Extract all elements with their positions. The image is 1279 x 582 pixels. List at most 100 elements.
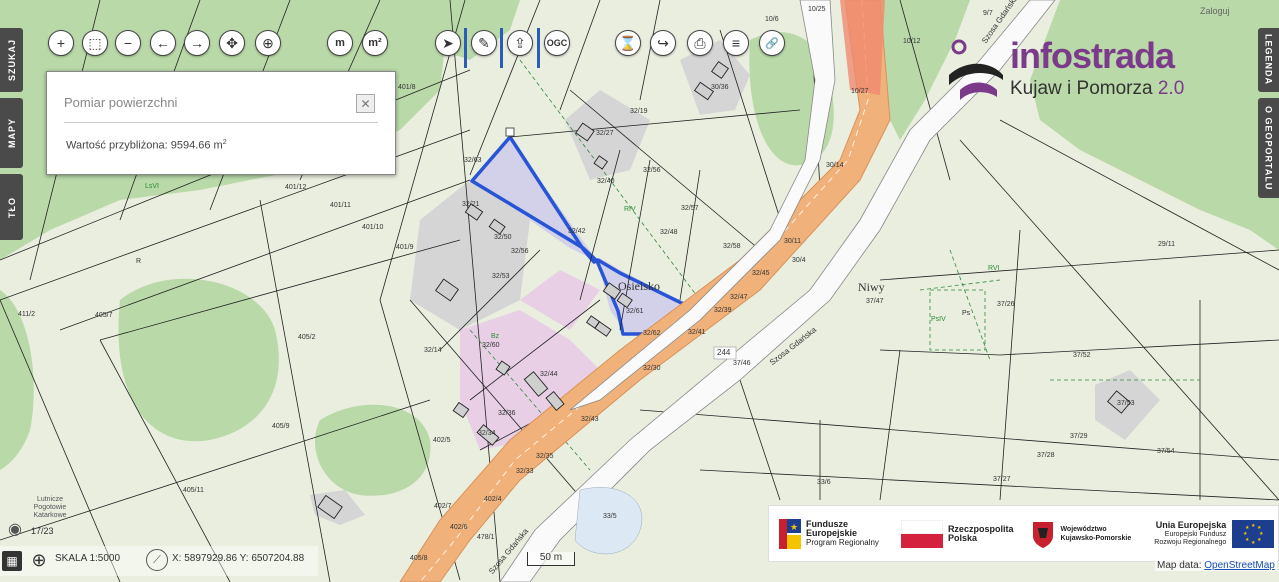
zoom-box-button[interactable]: ⬚ [82,30,108,56]
logo-subtitle-text: Kujaw i Pomorza [1010,78,1153,99]
eu-flag-icon: ★ ★★★ ★★★★ [1232,519,1275,548]
ue-sub2: Rozwoju Regionalnego [1154,538,1227,546]
parcel-label: 402/4 [484,496,502,503]
parcel-label: 401/10 [362,224,384,231]
zoom-in-button[interactable]: + [48,30,74,56]
pan-button[interactable]: ✥ [219,30,245,56]
parcel-label: R [136,258,142,265]
fe-title2: Europejskie [806,528,858,538]
parcel-label: 10/27 [851,88,869,95]
parcel-label: PsIV [931,316,946,323]
parcel-label: 10/25 [808,6,826,13]
hourglass-button[interactable]: ⌛ [615,30,641,56]
tab-o-geoportalu[interactable]: O GEOPORTALU [1258,98,1279,198]
parcel-label: 32/36 [498,410,516,417]
parcel-label: 30/36 [711,84,729,91]
parcel-label: 401/8 [398,84,416,91]
parcel-label: 37/53 [1117,400,1135,407]
parcel-label: 32/44 [540,371,558,378]
link-icon: 🔗 [765,37,779,50]
area-value: Wartość przybliżona: 9594.66 m2 [66,139,227,152]
measure-area-button[interactable]: m² [362,30,388,56]
toolbar-separator [500,28,503,68]
draw-button[interactable]: ✎ [471,30,497,56]
parcel-label: 401/12 [285,184,307,191]
share-button[interactable]: ↪ [650,30,676,56]
tab-szukaj[interactable]: SZUKAJ [0,28,23,92]
parcel-label: 32/42 [568,228,586,235]
compass-icon[interactable]: ⟋ [146,549,168,571]
poi-number: 17/23 [31,526,54,536]
parcel-label: 405/9 [272,423,290,430]
parcel-label: 32/27 [596,130,614,137]
parcel-label: 33/5 [603,513,617,520]
parcel-label: 37/54 [1157,448,1175,455]
ogc-label: OGC [546,38,568,48]
parcel-label: 30/11 [784,238,801,245]
toolbar-separator [464,28,467,68]
parcel-label: LsVI [145,183,160,190]
parcel-label: 37/46 [733,360,751,367]
zoom-out-button[interactable]: − [115,30,141,56]
layers-icon: ≡ [731,35,741,51]
minus-icon: − [123,35,133,51]
parcel-label: Bz [491,333,500,340]
parcel-label: 401/9 [396,244,414,251]
select-button[interactable]: ➤ [435,30,461,56]
svg-text:★: ★ [1243,531,1248,537]
svg-text:★: ★ [1257,537,1262,543]
logo-subtitle: Kujaw i Pomorza 2.0 [1010,78,1184,100]
plus-icon: + [56,35,66,51]
logo-version: 2.0 [1157,78,1185,99]
parcel-label: 478/1 [477,534,495,541]
tab-tlo[interactable]: TŁO [0,174,23,240]
area-unit-sup: 2 [222,139,227,146]
layers-button[interactable]: ≡ [723,30,749,56]
tab-label: LEGENDA [1263,34,1274,86]
share-icon: ⇪ [514,34,526,51]
svg-text:★: ★ [1245,537,1250,543]
ue-logo: Unia Europejska Europejski Fundusz Rozwoju… [1149,519,1275,548]
parcel-label: 37/47 [866,298,884,305]
parcel-label: 405/2 [298,334,316,341]
parcel-label: 32/47 [730,294,748,301]
parcel-label: 32/50 [494,234,512,241]
eye-icon[interactable]: ◉ [4,520,26,538]
parcel-label: 32/63 [464,157,482,164]
svg-text:★: ★ [790,523,798,533]
forward-button[interactable]: → [184,30,210,56]
parcel-label: 32/56 [643,167,661,174]
cursor-icon: ➤ [442,34,454,51]
measure-length-button[interactable]: m [327,30,353,56]
tab-legenda[interactable]: LEGENDA [1258,28,1279,92]
back-button[interactable]: ← [150,30,176,56]
parcel-label: 33/6 [817,479,831,486]
tab-label: TŁO [6,196,17,218]
osm-link[interactable]: OpenStreetMap [1204,560,1275,571]
parcel-label: 32/43 [581,416,599,423]
place-label-osielsko: Osielsko [618,279,660,293]
parcel-label: 32/62 [643,330,661,337]
zoom-scale-icon[interactable]: ⊕ [27,548,51,572]
svg-text:★: ★ [1251,523,1256,529]
logo-mark-icon [949,39,1003,100]
locate-button[interactable]: ⊕ [255,30,281,56]
close-button[interactable]: ✕ [356,94,375,113]
ogc-button[interactable]: OGC [544,30,570,56]
parcel-label: 32/60 [482,342,500,349]
link-button[interactable]: 🔗 [759,30,785,56]
parcel-label: 32/19 [630,108,648,115]
print-button[interactable]: ⎙ [687,30,713,56]
parcel-label: 37/28 [1037,452,1055,459]
parcel-label: 32/33 [516,468,534,475]
rp-logo: Rzeczpospolita Polska [900,519,1013,548]
close-icon: ✕ [360,96,371,111]
login-link[interactable]: Zaloguj [1200,6,1230,16]
tab-label: O GEOPORTALU [1263,105,1274,191]
tab-mapy[interactable]: MAPY [0,98,23,168]
vertex-handle[interactable] [505,127,515,137]
funding-logos-bar: ★ Fundusze Europejskie Program Regionalny … [768,505,1279,562]
export-button[interactable]: ⇪ [507,30,533,56]
map-toggle-icon[interactable]: ▦ [2,551,22,571]
parcel-label: 29/11 [1158,241,1175,248]
